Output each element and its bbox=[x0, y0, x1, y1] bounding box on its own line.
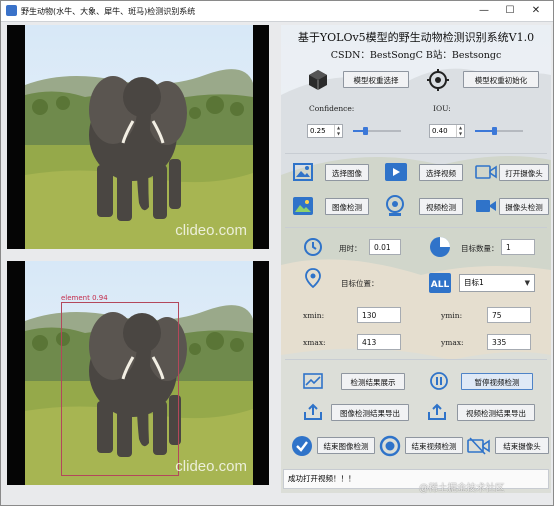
minimize-button[interactable]: — bbox=[471, 1, 497, 21]
show-results-button[interactable]: 检测结果展示 bbox=[341, 373, 405, 390]
pie-chart-icon bbox=[430, 237, 450, 257]
end-camera-button[interactable]: 结束摄像头 bbox=[495, 437, 549, 454]
select-video-button[interactable]: 选择视频 bbox=[419, 164, 463, 181]
ymin-label: ymin: bbox=[441, 311, 463, 320]
stop-circle-icon[interactable] bbox=[379, 435, 401, 457]
confidence-slider[interactable] bbox=[353, 127, 401, 135]
pause-video-button[interactable]: 暂停视频检测 bbox=[461, 373, 533, 390]
confidence-spinbox[interactable]: 0.25 ▲ ▼ bbox=[307, 124, 343, 138]
all-targets-icon: ALL bbox=[429, 273, 451, 293]
confidence-value: 0.25 bbox=[310, 127, 326, 135]
iou-spinbox[interactable]: 0.40 ▲ ▼ bbox=[429, 124, 465, 138]
camera-detect-button[interactable]: 摄像头检测 bbox=[499, 198, 549, 215]
ymax-label: ymax: bbox=[441, 338, 464, 347]
end-video-detect-button[interactable]: 结束视频检测 bbox=[405, 437, 463, 454]
result-image-panel: element 0.94 clideo.com bbox=[7, 261, 269, 485]
maximize-button[interactable]: ☐ bbox=[497, 1, 523, 21]
title-separator bbox=[1, 21, 553, 22]
iou-value: 0.40 bbox=[432, 127, 448, 135]
original-photo bbox=[25, 25, 253, 249]
position-label: 目标位置： bbox=[341, 279, 379, 288]
section-divider bbox=[285, 227, 547, 228]
landscape-background bbox=[281, 25, 551, 493]
cube-icon[interactable] bbox=[307, 69, 329, 91]
time-field[interactable]: 0.01 bbox=[369, 239, 401, 255]
photo-watermark: clideo.com bbox=[175, 222, 247, 239]
detection-label: element 0.94 bbox=[61, 294, 108, 302]
original-image-panel: clideo.com bbox=[7, 25, 269, 249]
check-circle-icon[interactable] bbox=[291, 435, 313, 457]
image-icon[interactable] bbox=[293, 163, 313, 181]
control-panel: 基于YOLOv5模型的野生动物检测识别系统V1.0 CSDN：BestSongC… bbox=[281, 25, 551, 493]
status-bar: 成功打开视频！！！ bbox=[283, 469, 549, 489]
iou-slider[interactable] bbox=[475, 127, 523, 135]
close-button[interactable]: ✕ bbox=[523, 1, 549, 21]
window-title: 野生动物(水牛、大象、犀牛、斑马)检测识别系统 bbox=[21, 7, 196, 16]
video-detect-button[interactable]: 视频检测 bbox=[419, 198, 463, 215]
end-image-detect-button[interactable]: 结束图像检测 bbox=[317, 437, 375, 454]
export-image-results-button[interactable]: 图像检测结果导出 bbox=[331, 404, 409, 421]
camera-filled-icon[interactable] bbox=[475, 198, 497, 214]
open-camera-button[interactable]: 打开摄像头 bbox=[499, 164, 549, 181]
title-bar: 野生动物(水牛、大象、犀牛、斑马)检测识别系统 — ☐ ✕ bbox=[1, 1, 553, 21]
webcam-icon[interactable] bbox=[385, 195, 405, 217]
camera-outline-icon[interactable] bbox=[475, 164, 497, 180]
count-field[interactable]: 1 bbox=[501, 239, 535, 255]
image-detect-icon[interactable] bbox=[293, 197, 313, 215]
location-pin-icon bbox=[305, 268, 321, 288]
elephant-photo-image bbox=[25, 25, 253, 249]
target-select[interactable]: 目标1 ▼ bbox=[459, 274, 535, 292]
xmin-field[interactable]: 130 bbox=[357, 307, 401, 323]
brand-watermark: @稀土掘金技术社区 bbox=[419, 483, 505, 494]
confidence-label: Confidence: bbox=[309, 104, 355, 113]
line-chart-icon[interactable] bbox=[303, 373, 323, 389]
result-watermark: clideo.com bbox=[175, 458, 247, 475]
xmax-label: xmax: bbox=[303, 338, 326, 347]
export-video-icon[interactable] bbox=[427, 403, 447, 421]
detection-bounding-box bbox=[61, 302, 179, 476]
select-weights-button[interactable]: 模型权重选择 bbox=[343, 71, 409, 88]
pause-icon[interactable] bbox=[429, 371, 449, 391]
count-label: 目标数量： bbox=[461, 244, 499, 253]
export-image-icon[interactable] bbox=[303, 403, 323, 421]
svg-text:ALL: ALL bbox=[431, 280, 450, 290]
section-divider bbox=[285, 153, 547, 154]
xmax-field[interactable]: 413 bbox=[357, 334, 401, 350]
xmin-label: xmin: bbox=[303, 311, 325, 320]
export-video-results-button[interactable]: 视频检测结果导出 bbox=[457, 404, 535, 421]
select-image-button[interactable]: 选择图像 bbox=[325, 164, 369, 181]
ymin-field[interactable]: 75 bbox=[487, 307, 531, 323]
target-settings-icon[interactable] bbox=[427, 69, 449, 91]
spin-arrows-icon[interactable]: ▲ ▼ bbox=[456, 125, 464, 137]
video-icon[interactable] bbox=[385, 163, 407, 181]
init-weights-button[interactable]: 模型权重初始化 bbox=[463, 71, 539, 88]
target-select-value: 目标1 bbox=[464, 278, 484, 287]
spin-arrows-icon[interactable]: ▲ ▼ bbox=[334, 125, 342, 137]
app-window: 野生动物(水牛、大象、犀牛、斑马)检测识别系统 — ☐ ✕ clideo.com… bbox=[0, 0, 554, 506]
time-label: 用时： bbox=[339, 244, 362, 253]
chevron-down-icon[interactable]: ▼ bbox=[525, 275, 530, 291]
author-info: CSDN：BestSongC B站：Bestsongc bbox=[330, 50, 502, 61]
ymax-field[interactable]: 335 bbox=[487, 334, 531, 350]
image-detect-button[interactable]: 图像检测 bbox=[325, 198, 369, 215]
iou-label: IOU: bbox=[433, 104, 451, 113]
camera-off-icon[interactable] bbox=[467, 436, 491, 456]
clock-icon bbox=[304, 238, 322, 256]
section-divider bbox=[285, 359, 547, 360]
app-heading: 基于YOLOv5模型的野生动物检测识别系统V1.0 bbox=[297, 31, 535, 44]
app-icon bbox=[6, 5, 17, 16]
